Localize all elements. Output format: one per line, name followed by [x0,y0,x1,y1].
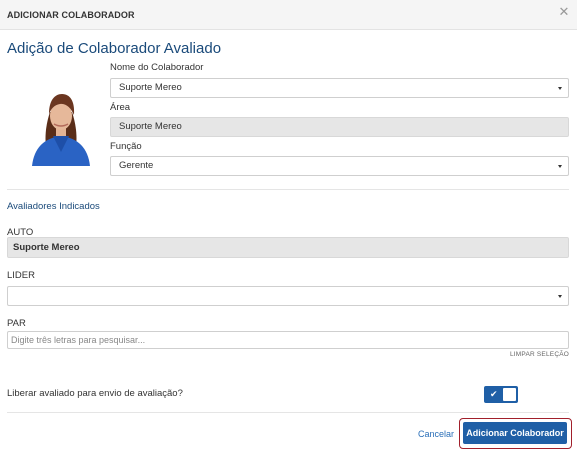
par-label: PAR [7,318,26,329]
chevron-down-icon [558,87,562,90]
toggle-knob [503,388,516,401]
add-colaborador-button[interactable]: Adicionar Colaborador [463,422,567,444]
lider-label: LIDER [7,270,35,281]
nome-colaborador-select[interactable]: Suporte Mereo [110,78,569,98]
nome-colaborador-value: Suporte Mereo [119,82,182,93]
lider-select[interactable] [7,286,569,306]
chevron-down-icon [558,165,562,168]
chevron-down-icon [558,295,562,298]
area-value: Suporte Mereo [119,121,182,132]
auto-field: Suporte Mereo [7,237,569,258]
avaliadores-section-title: Avaliadores Indicados [7,201,100,212]
liberar-toggle[interactable]: ✔ [484,386,518,403]
par-search-input[interactable]: Digite três letras para pesquisar... [7,331,569,349]
area-label: Área [110,102,131,113]
nome-colaborador-label: Nome do Colaborador [110,62,204,73]
liberar-label: Liberar avaliado para envio de avaliação… [7,388,183,399]
check-icon: ✔ [490,389,498,399]
close-icon[interactable]: ✕ [557,5,571,19]
add-colaborador-button-focus: Adicionar Colaborador [459,418,572,449]
clear-selection-link[interactable]: LIMPAR SELEÇÃO [510,351,569,358]
area-field: Suporte Mereo [110,117,569,137]
auto-value: Suporte Mereo [13,242,80,253]
funcao-select[interactable]: Gerente [110,156,569,176]
modal-title: ADICIONAR COLABORADOR [7,10,135,20]
footer-divider [7,412,569,413]
funcao-label: Função [110,141,142,152]
page-title: Adição de Colaborador Avaliado [7,40,222,57]
cancel-button[interactable]: Cancelar [418,429,454,439]
divider [7,189,569,190]
funcao-value: Gerente [119,160,154,171]
modal-header: ADICIONAR COLABORADOR ✕ [0,0,577,30]
par-search-placeholder: Digite três letras para pesquisar... [11,335,146,345]
avatar [22,82,100,166]
